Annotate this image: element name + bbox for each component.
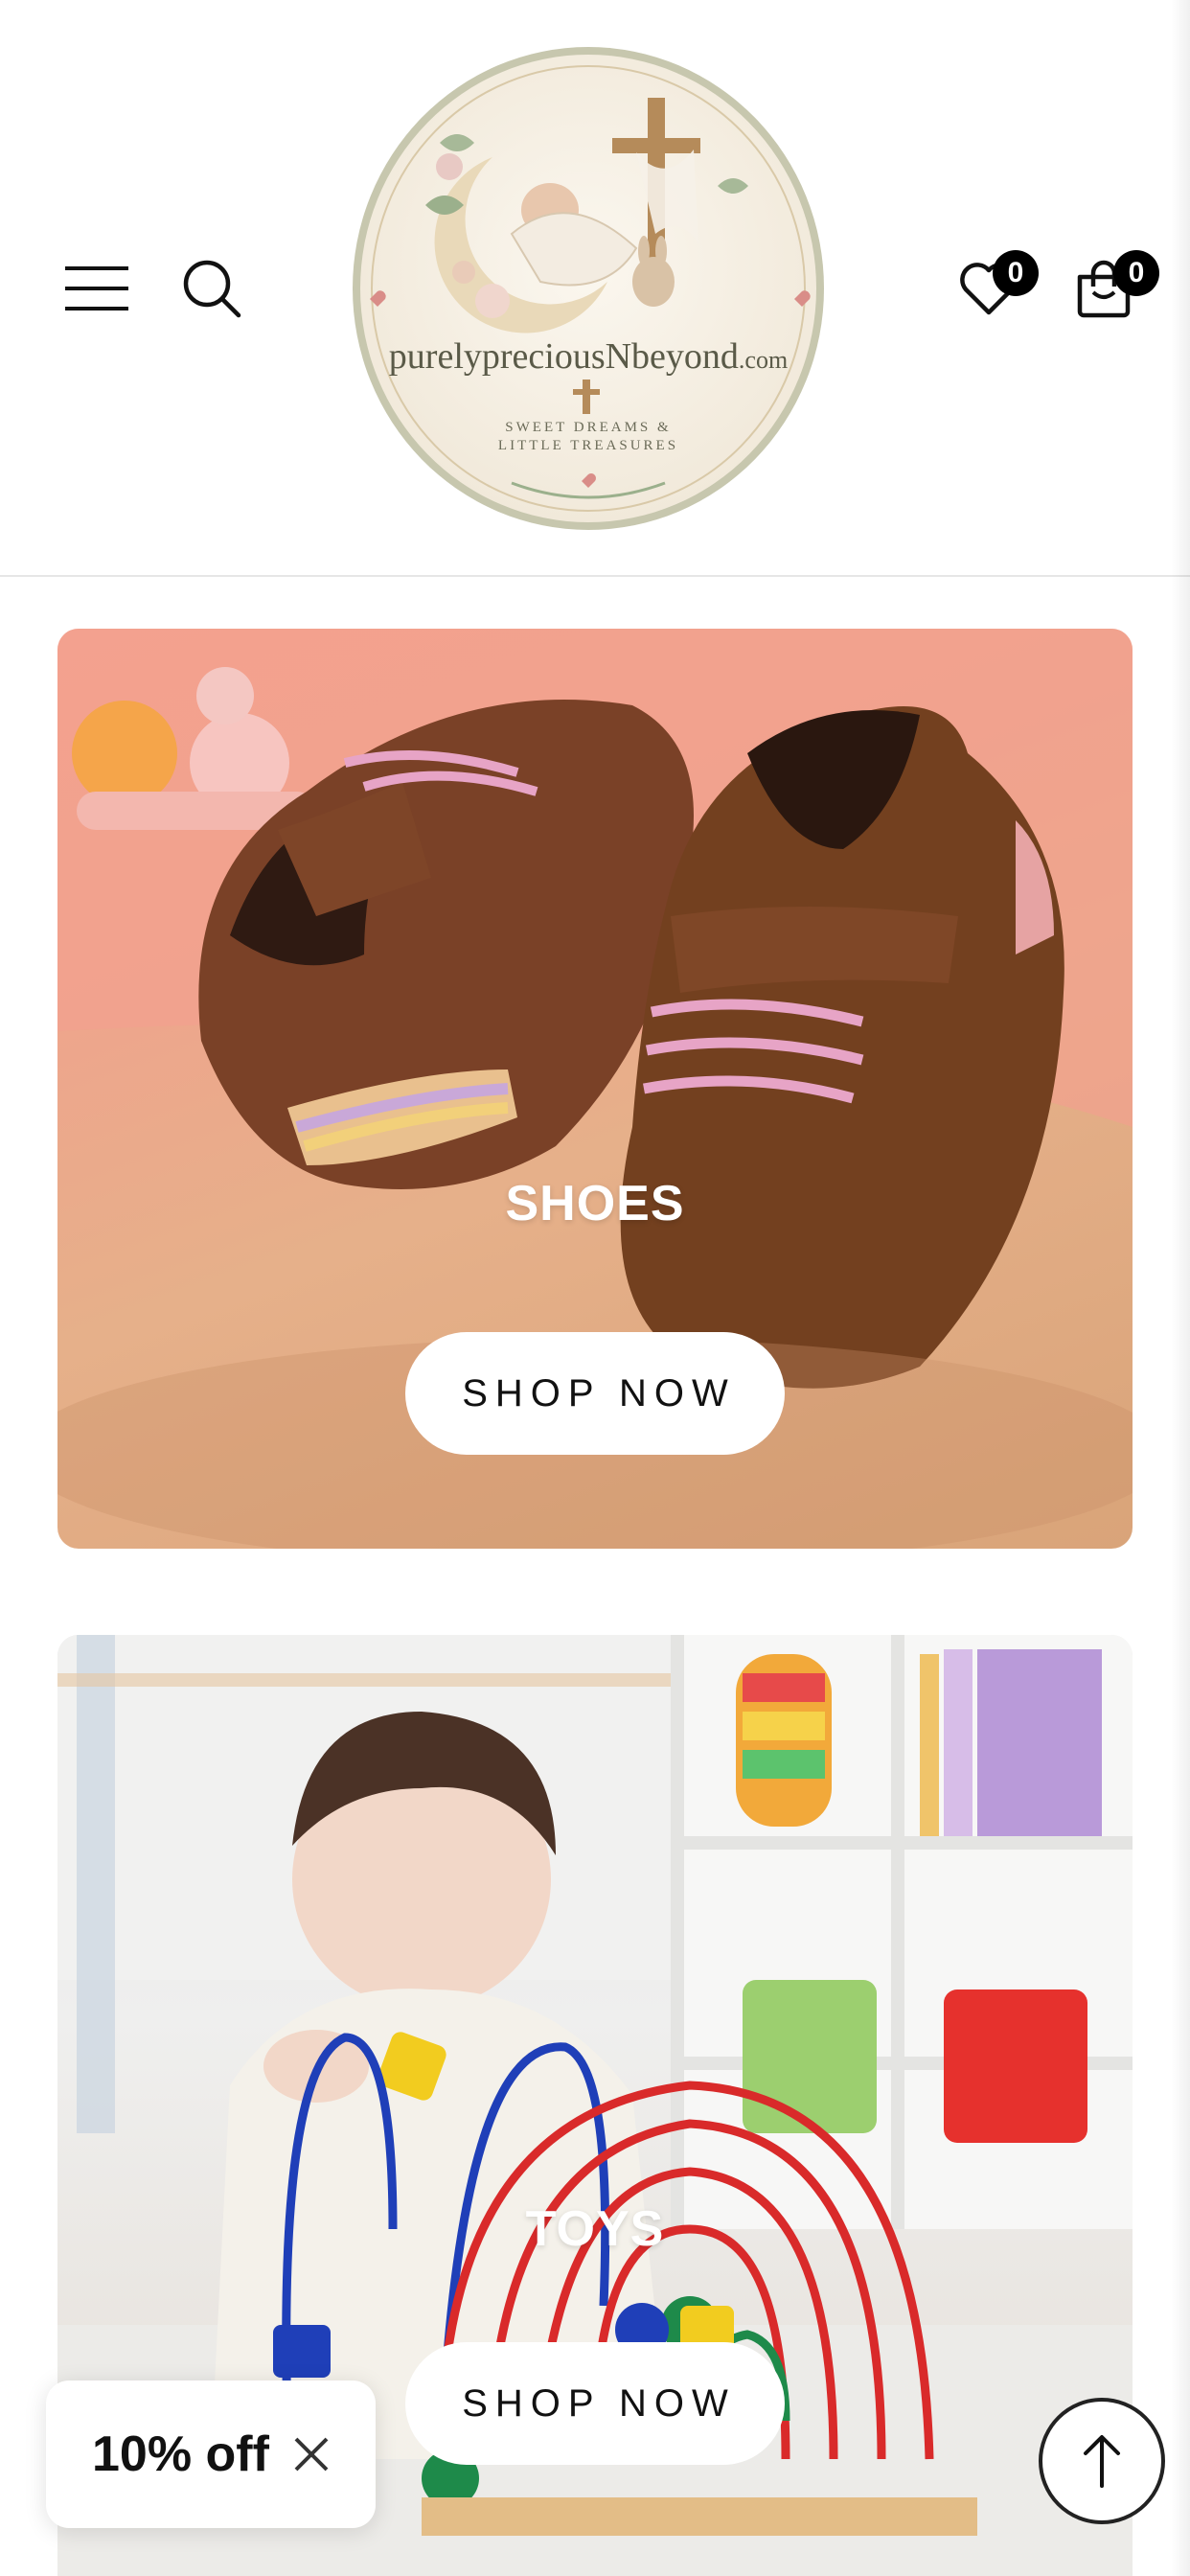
shoes-shop-now-button[interactable]: SHOP NOW	[405, 1332, 785, 1455]
site-header: purelypreciousNbeyond.com SWEET DREAMS &…	[0, 0, 1190, 577]
discount-close-button[interactable]	[292, 2435, 331, 2473]
shoes-banner-title: SHOES	[505, 1176, 685, 1231]
page: purelypreciousNbeyond.com SWEET DREAMS &…	[0, 0, 1190, 2576]
close-icon	[294, 2437, 329, 2472]
arrow-up-icon	[1084, 2435, 1120, 2488]
hamburger-menu-icon	[65, 266, 128, 310]
shoes-banner[interactable]: SHOES SHOP NOW	[57, 629, 1133, 1549]
tagline-line2: LITTLE TREASURES	[498, 438, 678, 453]
toys-shop-now-button[interactable]: SHOP NOW	[405, 2342, 785, 2465]
discount-label[interactable]: 10% off	[92, 2426, 269, 2483]
scrollbar-shade	[1171, 0, 1190, 2576]
menu-button[interactable]	[63, 255, 130, 322]
brand-logo[interactable]: purelypreciousNbeyond.com SWEET DREAMS &…	[349, 42, 828, 535]
search-icon	[183, 260, 241, 318]
wishlist-count-badge: 0	[993, 250, 1039, 296]
search-button[interactable]	[177, 254, 246, 323]
discount-popup[interactable]: 10% off	[46, 2380, 376, 2528]
toys-banner-title: TOYS	[525, 2201, 665, 2257]
cart-count-badge: 0	[1113, 250, 1159, 296]
brand-name: purelypreciousNbeyond	[389, 336, 739, 377]
svg-text:purelypreciousNbeyond.com: purelypreciousNbeyond.com	[389, 336, 788, 377]
scroll-to-top-button[interactable]	[1039, 2398, 1165, 2524]
tagline-line1: SWEET DREAMS &	[505, 420, 671, 435]
brand-suffix: .com	[739, 346, 788, 374]
